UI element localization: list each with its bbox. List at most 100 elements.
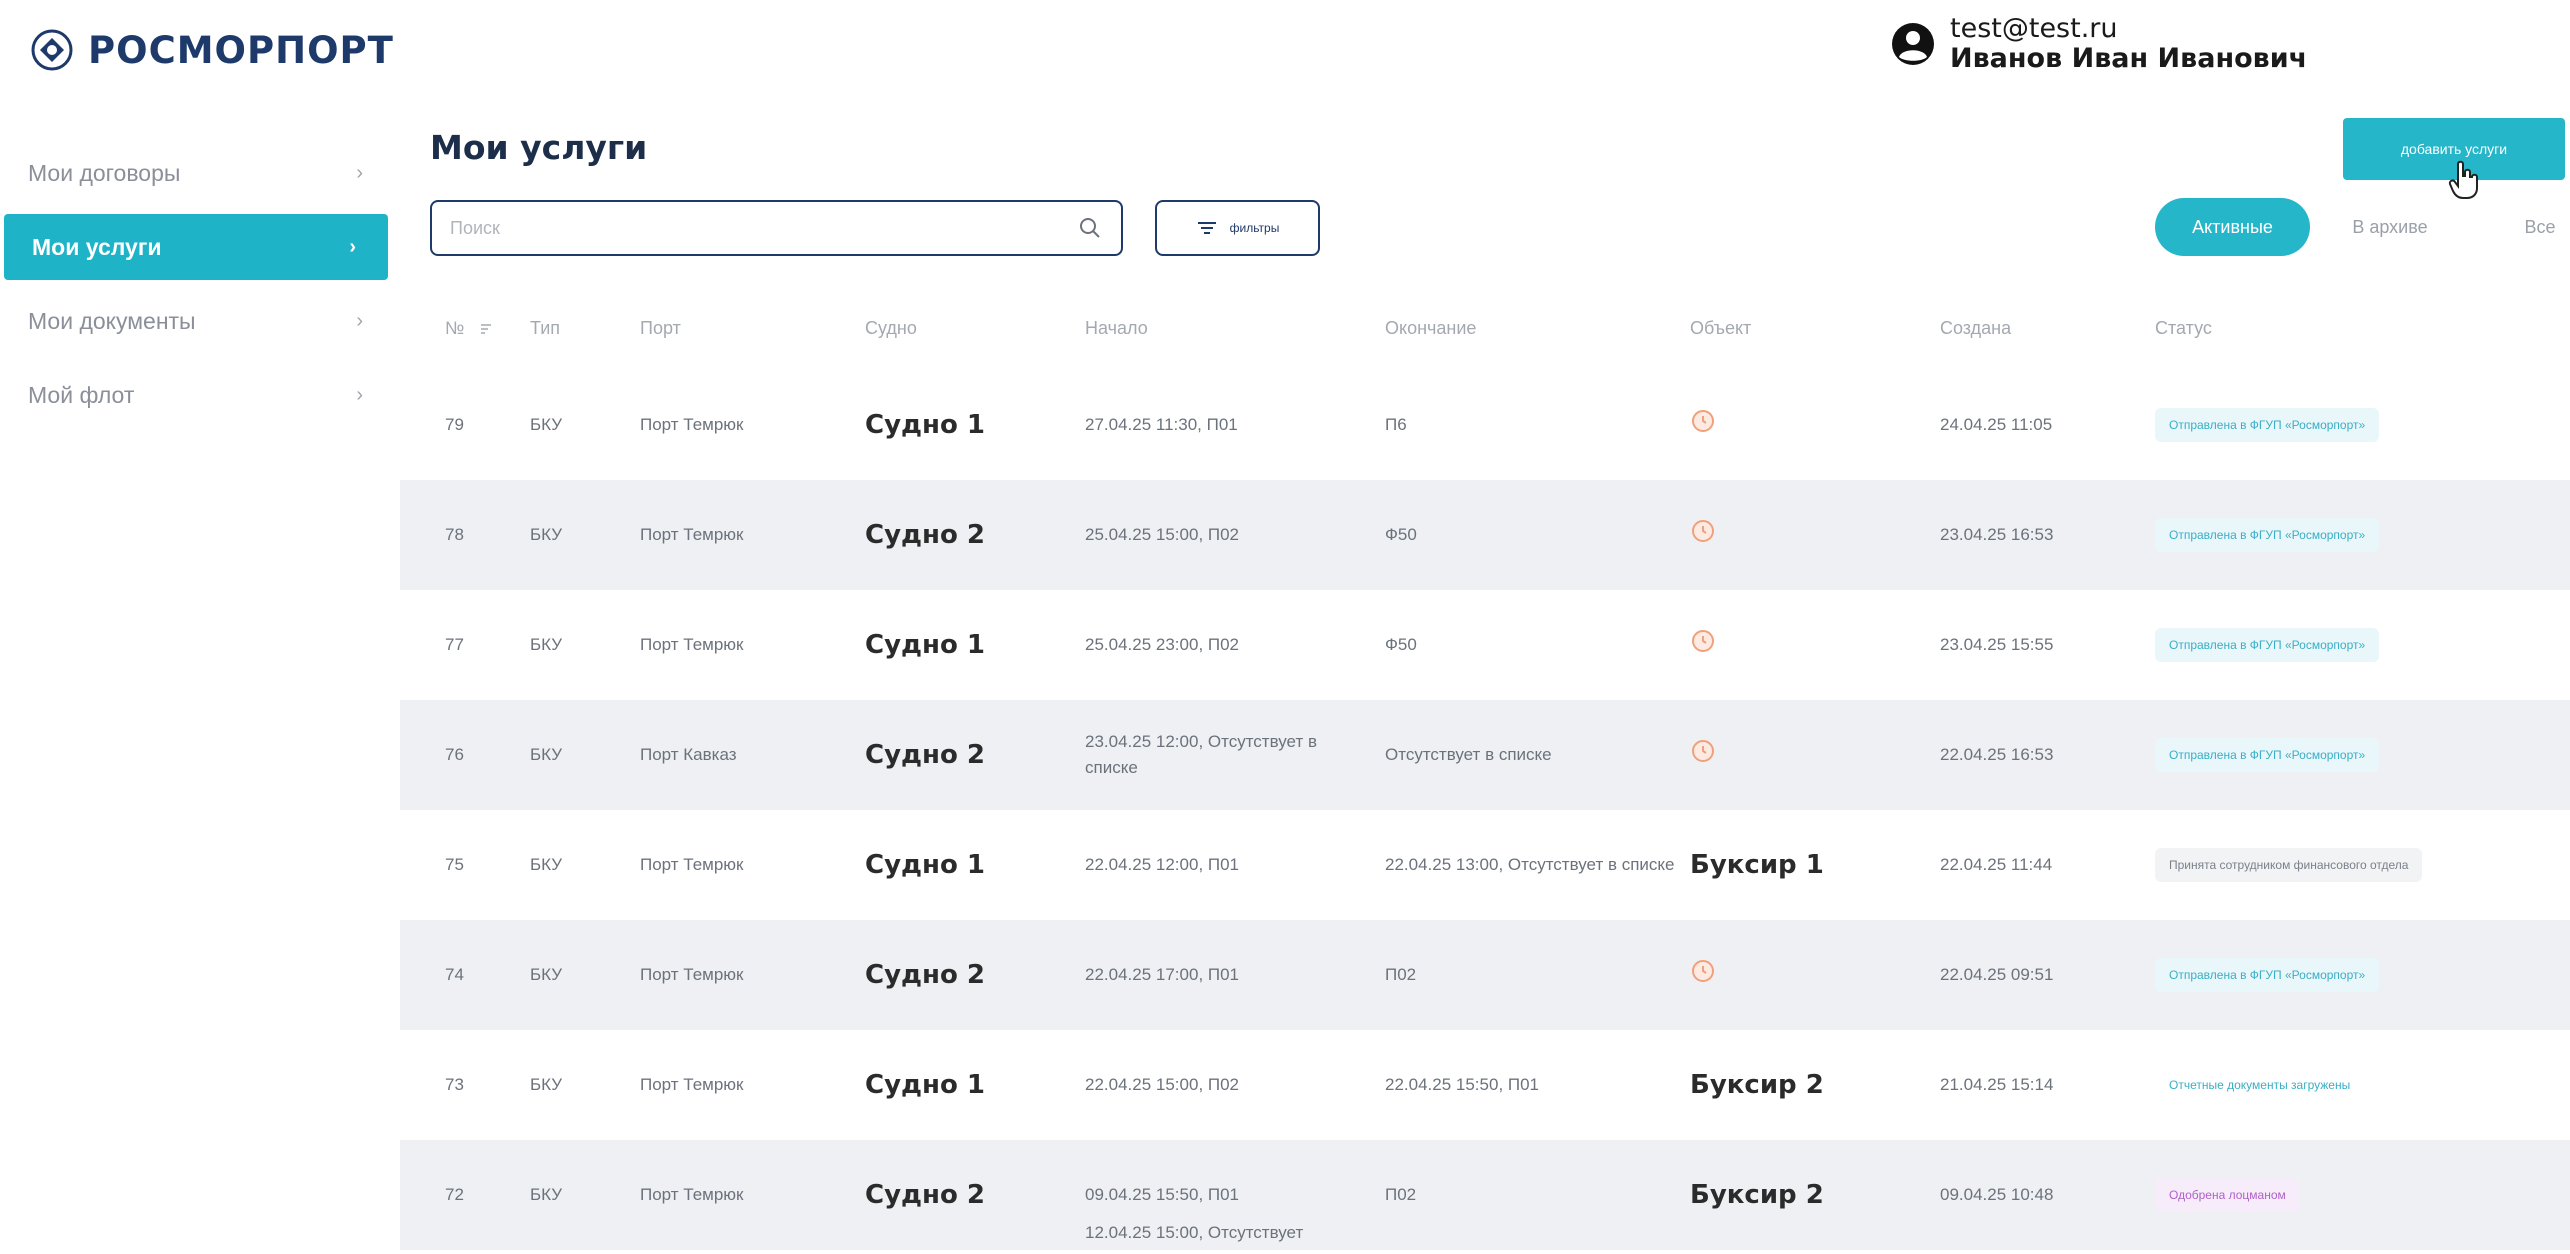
table-row[interactable]: 74 БКУ Порт Темрюк Судно 2 22.04.25 17:0…	[400, 920, 2570, 1030]
status-badge: Одобрена лоцманом	[2155, 1178, 2300, 1212]
pointer-hand-icon	[2448, 160, 2478, 199]
cell-object	[1690, 958, 1716, 992]
column-header-object[interactable]: Объект	[1690, 318, 1751, 339]
sidebar-item-label: Мои документы	[28, 307, 196, 334]
column-header-status[interactable]: Статус	[2155, 318, 2212, 339]
cell-status: Отправлена в ФГУП «Росморпорт»	[2155, 408, 2380, 442]
cell-object	[1690, 628, 1716, 662]
status-badge: Отправлена в ФГУП «Росморпорт»	[2155, 408, 2380, 442]
cell-start: 27.04.25 11:30, П01	[1085, 415, 1238, 434]
cell-created: 22.04.25 11:44	[1940, 855, 2053, 874]
brand-logo[interactable]: РОСМОРПОРТ	[30, 28, 394, 72]
column-header-start[interactable]: Начало	[1085, 318, 1148, 339]
cell-vessel: Судно 1	[865, 850, 985, 880]
cell-object: Буксир 2	[1690, 1070, 1824, 1100]
filters-button[interactable]: фильтры	[1155, 200, 1320, 256]
filter-lines-icon	[1197, 222, 1216, 234]
cell-created: 23.04.25 15:55	[1940, 635, 2054, 654]
status-badge: Отправлена в ФГУП «Росморпорт»	[2155, 628, 2380, 662]
cell-port: Порт Темрюк	[640, 855, 744, 874]
cell-number: 75	[445, 855, 464, 874]
search-input[interactable]: Поиск	[430, 200, 1123, 256]
cell-end: 22.04.25 15:50, П01	[1385, 1075, 1540, 1094]
cell-port: Порт Кавказ	[640, 745, 737, 764]
cell-vessel: Судно 2	[865, 740, 985, 770]
column-header-end[interactable]: Окончание	[1385, 318, 1476, 339]
table-row[interactable]: 79 БКУ Порт Темрюк Судно 1 27.04.25 11:3…	[400, 370, 2570, 480]
cell-vessel: Судно 2	[865, 1180, 985, 1210]
cell-status: Отправлена в ФГУП «Росморпорт»	[2155, 738, 2380, 772]
cell-start: 09.04.25 15:50, П01	[1085, 1185, 1240, 1204]
cell-end: Ф50	[1385, 635, 1417, 654]
sidebar-item-fleet[interactable]: Мой флот ›	[0, 362, 395, 428]
status-badge: Отправлена в ФГУП «Росморпорт»	[2155, 738, 2380, 772]
cell-type: БКУ	[530, 745, 563, 764]
cell-created: 22.04.25 16:53	[1940, 745, 2054, 764]
table-header: № Тип Порт Судно Начало Окончание Объект…	[430, 300, 2570, 360]
cell-end: П02	[1385, 965, 1417, 984]
cell-status: Отправлена в ФГУП «Росморпорт»	[2155, 958, 2380, 992]
chevron-right-icon: ›	[356, 309, 363, 332]
cell-end: Ф50	[1385, 525, 1417, 544]
cell-number: 72	[445, 1185, 464, 1204]
tab-active[interactable]: Активные	[2155, 198, 2310, 256]
status-badge: Принята сотрудником финансового отдела	[2155, 848, 2423, 882]
cell-end: 22.04.25 13:00, Отсутствует в списке	[1385, 855, 1675, 874]
cell-start: 25.04.25 15:00, П02	[1085, 525, 1240, 544]
user-profile[interactable]: test@test.ru Иванов Иван Иванович	[1890, 14, 2307, 74]
tab-archive[interactable]: В архиве	[2335, 198, 2445, 256]
cell-number: 78	[445, 525, 464, 544]
cell-type: БКУ	[530, 1185, 563, 1204]
clock-icon	[1692, 740, 1714, 762]
cell-number: 73	[445, 1075, 464, 1094]
sidebar-item-contracts[interactable]: Мои договоры ›	[0, 140, 395, 206]
column-header-port[interactable]: Порт	[640, 318, 681, 339]
user-name: Иванов Иван Иванович	[1950, 43, 2308, 74]
sidebar-item-services[interactable]: Мои услуги ›	[4, 214, 388, 280]
cell-port: Порт Темрюк	[640, 525, 744, 544]
column-header-created[interactable]: Создана	[1940, 318, 2011, 339]
cell-object	[1690, 518, 1716, 552]
table-row[interactable]: 78 БКУ Порт Темрюк Судно 2 25.04.25 15:0…	[400, 480, 2570, 590]
cell-status: Отчетные документы загружены	[2155, 1068, 2365, 1102]
cell-status: Одобрена лоцманом	[2155, 1178, 2300, 1212]
cell-start: 12.04.25 15:00, Отсутствует	[1085, 1223, 1304, 1242]
table-row-partial[interactable]: 12.04.25 15:00, Отсутствует	[400, 1220, 2570, 1254]
clock-icon	[1692, 410, 1714, 432]
cell-number: 76	[445, 745, 464, 764]
cell-port: Порт Темрюк	[640, 415, 744, 434]
table-row[interactable]: 75 БКУ Порт Темрюк Судно 1 22.04.25 12:0…	[400, 810, 2570, 920]
search-icon[interactable]	[1077, 215, 1103, 241]
column-header-number[interactable]: №	[445, 318, 493, 339]
cell-type: БКУ	[530, 1075, 563, 1094]
cell-created: 22.04.25 09:51	[1940, 965, 2054, 984]
cell-object: Буксир 2	[1690, 1180, 1824, 1210]
column-header-vessel[interactable]: Судно	[865, 318, 917, 339]
clock-icon	[1692, 630, 1714, 652]
cell-created: 21.04.25 15:14	[1940, 1075, 2054, 1094]
chevron-right-icon: ›	[356, 383, 363, 406]
cell-vessel: Судно 2	[865, 960, 985, 990]
page-title: Мои услуги	[430, 128, 648, 167]
cell-start: 22.04.25 12:00, П01	[1085, 855, 1240, 874]
sidebar: Мои договоры › Мои услуги › Мои документ…	[0, 140, 395, 436]
cell-vessel: Судно 1	[865, 410, 985, 440]
table-row[interactable]: 77 БКУ Порт Темрюк Судно 1 25.04.25 23:0…	[400, 590, 2570, 700]
table-row[interactable]: 73 БКУ Порт Темрюк Судно 1 22.04.25 15:0…	[400, 1030, 2570, 1140]
cell-type: БКУ	[530, 855, 563, 874]
cell-port: Порт Темрюк	[640, 635, 744, 654]
cell-object	[1690, 408, 1716, 442]
sidebar-item-documents[interactable]: Мои документы ›	[0, 288, 395, 354]
column-header-label: №	[445, 318, 465, 338]
chevron-right-icon: ›	[349, 235, 356, 258]
cell-start: 25.04.25 23:00, П02	[1085, 635, 1240, 654]
column-header-type[interactable]: Тип	[530, 318, 560, 339]
cell-number: 74	[445, 965, 464, 984]
table-row[interactable]: 76 БКУ Порт Кавказ Судно 2 23.04.25 12:0…	[400, 700, 2570, 810]
sort-icon[interactable]	[479, 322, 493, 336]
cell-end: Отсутствует в списке	[1385, 745, 1552, 764]
cell-type: БКУ	[530, 635, 563, 654]
cell-port: Порт Темрюк	[640, 1075, 744, 1094]
tab-all[interactable]: Все	[2510, 198, 2570, 256]
cell-end: П6	[1385, 415, 1407, 434]
